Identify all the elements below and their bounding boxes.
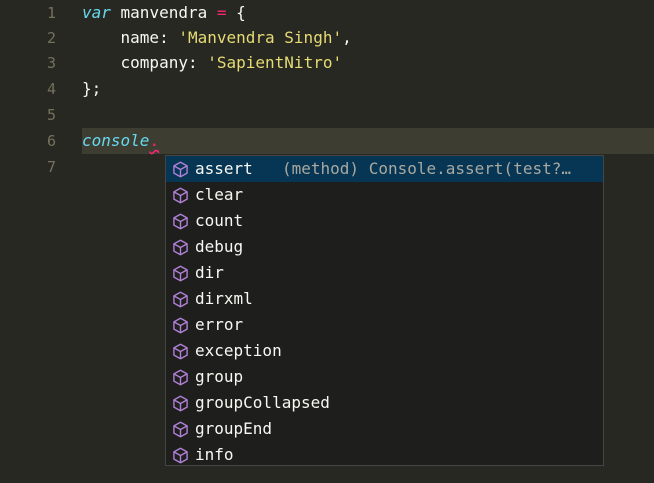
suggestion-item[interactable]: error [166,312,603,338]
suggestion-label: error [195,315,244,334]
suggestion-detail: (method) Console.assert(test?… [282,159,571,178]
suggestion-label: dir [195,263,224,282]
member-access-dot: . [149,131,160,150]
line-number: 2 [46,29,56,47]
colon: : [187,53,208,72]
suggestion-label: groupEnd [195,419,273,438]
suggest-widget[interactable]: assert (method) Console.assert(test?… clea… [165,155,604,466]
suggestion-item[interactable]: dirxml [166,286,603,312]
method-cube-icon [173,421,188,438]
line-number: 6 [46,132,56,150]
suggestion-item[interactable]: groupCollapsed [166,390,603,416]
comma: , [342,28,352,47]
suggestion-item[interactable]: debug [166,234,603,260]
line-number: 5 [46,106,56,124]
code-line-6[interactable]: 6 console. [0,128,654,154]
line-number: 4 [46,80,56,98]
method-cube-icon [173,369,188,386]
suggestion-label: group [195,367,244,386]
suggestion-label: clear [195,185,244,204]
code-line-2[interactable]: 2 name: 'Manvendra Singh', [0,25,654,51]
method-cube-icon [173,317,188,334]
suggestion-item[interactable]: group [166,364,603,390]
method-cube-icon [173,213,188,230]
code-text[interactable]: name: 'Manvendra Singh', [82,25,352,51]
colon: : [159,28,179,47]
suggestion-label: dirxml [195,289,253,308]
suggestion-item[interactable]: groupEnd [166,416,603,442]
method-cube-icon [173,291,188,308]
suggestion-label: debug [195,237,244,256]
suggestion-item[interactable]: info [166,442,603,465]
method-cube-icon [173,447,188,464]
var-keyword: var [82,3,111,22]
suggestion-label: groupCollapsed [195,393,330,412]
variable-name: manvendra [110,3,217,22]
suggestion-item[interactable]: clear [166,182,603,208]
code-text[interactable]: console. [82,128,159,154]
line-number: 7 [46,158,56,176]
assign-operator: = [216,3,227,22]
suggestion-label: info [195,445,234,464]
suggestion-label: assert [195,159,253,178]
suggestion-item[interactable]: exception [166,338,603,364]
code-line-1[interactable]: 1 var manvendra = { [0,0,654,26]
line-number: 3 [46,54,56,72]
method-cube-icon [173,395,188,412]
console-object: console [82,131,150,150]
suggestion-label: count [195,211,244,230]
code-text[interactable]: }; [82,76,101,102]
code-line-4[interactable]: 4 }; [0,76,654,102]
suggestion-item[interactable]: assert (method) Console.assert(test?… [166,156,603,182]
method-cube-icon [173,161,188,178]
string-value: 'Manvendra Singh' [178,28,343,47]
method-cube-icon [173,343,188,360]
method-cube-icon [173,265,188,282]
code-text[interactable]: var manvendra = { [82,0,246,26]
property-key: company [120,53,188,72]
method-cube-icon [173,239,188,256]
string-value: 'SapientNitro' [207,53,343,72]
code-line-5[interactable]: 5 [0,102,654,128]
suggestion-item[interactable]: dir [166,260,603,286]
code-editor[interactable]: 1 var manvendra = { 2 name: 'Manvendra S… [0,0,654,483]
open-brace: { [226,3,246,22]
line-number: 1 [46,4,56,22]
code-line-3[interactable]: 3 company: 'SapientNitro' [0,50,654,76]
code-text[interactable]: company: 'SapientNitro' [82,50,343,76]
suggestion-label: exception [195,341,282,360]
property-key: name [120,28,160,47]
method-cube-icon [173,187,188,204]
suggestion-item[interactable]: count [166,208,603,234]
